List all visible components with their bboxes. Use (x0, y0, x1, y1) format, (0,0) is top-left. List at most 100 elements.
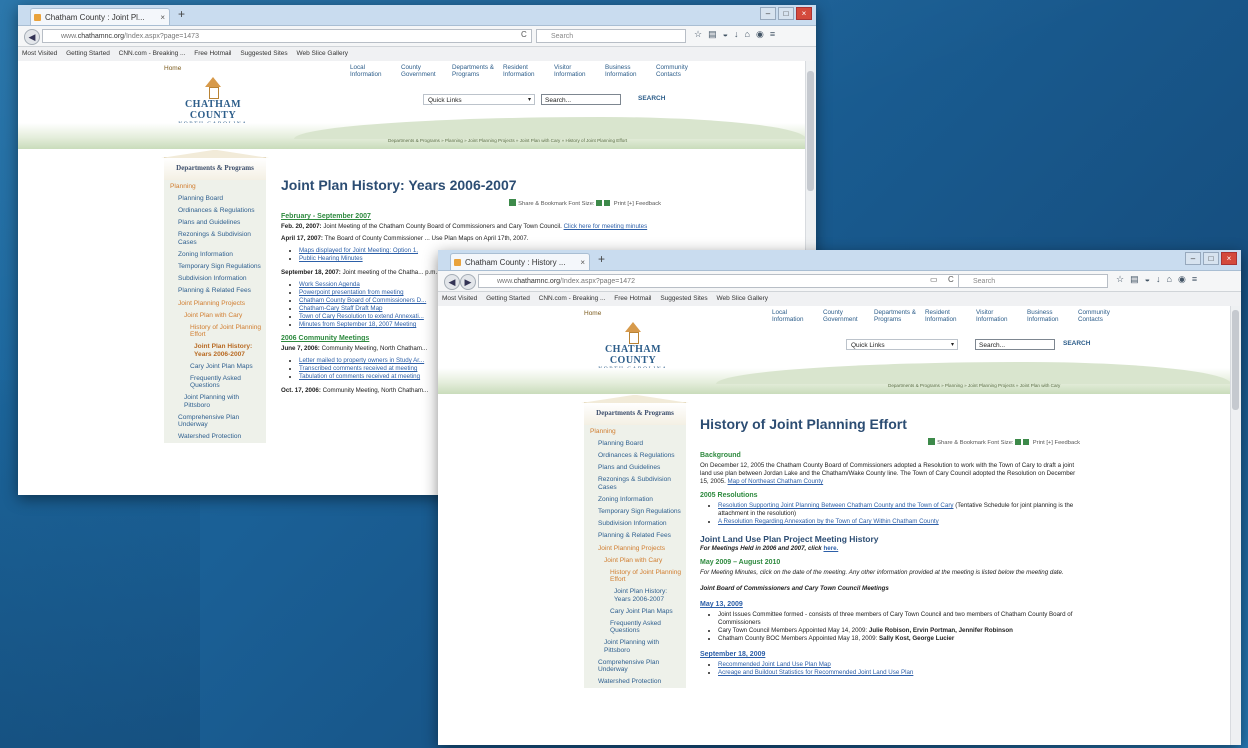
close-window-icon[interactable]: × (796, 7, 812, 20)
left-nav-item[interactable]: Frequently Asked Questions (164, 372, 266, 391)
left-nav-item[interactable]: Joint Planning Projects (584, 542, 686, 554)
scrollbar-thumb[interactable] (807, 71, 814, 191)
topnav-visitor[interactable]: Visitor Information (554, 64, 596, 78)
bookmark-item[interactable]: Free Hotmail (194, 50, 231, 57)
bookmark-star-icon[interactable]: ☆ (694, 29, 702, 40)
home-icon[interactable]: ⌂ (745, 29, 750, 40)
left-nav-item[interactable]: Planning (164, 180, 266, 192)
feedback-link[interactable]: [+] Feedback (1046, 440, 1080, 446)
breadcrumb[interactable]: Departments & Programs » Planning » Join… (388, 138, 627, 143)
list-link[interactable]: Public Hearing Minutes (299, 255, 363, 262)
browser-window-front[interactable]: Chatham County : History ... × + – □ × ◀… (438, 250, 1241, 745)
site-search-input[interactable]: Search... (541, 94, 621, 105)
bookmark-item[interactable]: Getting Started (486, 295, 530, 302)
list-link[interactable]: Transcribed comments received at meeting (299, 365, 417, 372)
scrollbar[interactable] (1230, 306, 1241, 745)
breadcrumb[interactable]: Departments & Programs » Planning » Join… (888, 383, 1060, 388)
back-icon[interactable]: ◀ (444, 274, 460, 290)
topnav-contacts[interactable]: Community Contacts (1078, 309, 1120, 323)
search-bar[interactable]: Search (958, 274, 1108, 288)
topnav-local[interactable]: Local Information (350, 64, 392, 78)
bookmark-item[interactable]: Web Slice Gallery (716, 295, 768, 302)
menu-icon[interactable]: ≡ (1192, 274, 1197, 285)
topnav-business[interactable]: Business Information (1027, 309, 1069, 323)
left-nav-item[interactable]: Zoning Information (164, 248, 266, 260)
topnav-government[interactable]: County Government (823, 309, 865, 323)
left-nav-item[interactable]: Zoning Information (584, 493, 686, 505)
reload-icon[interactable]: C (521, 30, 527, 39)
bookmark-star-icon[interactable]: ☆ (1116, 274, 1124, 285)
left-nav-item[interactable]: Joint Planning Projects (164, 297, 266, 309)
list-link[interactable]: Powerpoint presentation from meeting (299, 289, 404, 296)
left-nav-item[interactable]: Cary Joint Plan Maps (584, 605, 686, 617)
topnav-departments[interactable]: Departments & Programs (452, 64, 494, 78)
left-nav-item[interactable]: Plans and Guidelines (584, 462, 686, 474)
left-nav-item[interactable]: Temporary Sign Regulations (584, 505, 686, 517)
share-label[interactable]: Share & Bookmark Font Size: (937, 440, 1013, 446)
list-link[interactable]: Recommended Joint Land Use Plan Map (718, 661, 831, 668)
search-bar[interactable]: Search (536, 29, 686, 43)
topnav-local[interactable]: Local Information (772, 309, 814, 323)
left-nav-item[interactable]: Joint Planning with Pittsboro (584, 637, 686, 656)
minimize-icon[interactable]: – (1185, 252, 1201, 265)
url-bar[interactable]: www.chathamnc.org/Index.aspx?page=1472 (478, 274, 978, 288)
bookmark-item[interactable]: Free Hotmail (614, 295, 651, 302)
font-decrease-icon[interactable] (1014, 439, 1021, 445)
left-nav-item[interactable]: Planning Board (584, 437, 686, 449)
topnav-government[interactable]: County Government (401, 64, 443, 78)
left-nav-item[interactable]: Planning & Related Fees (164, 285, 266, 297)
bookmark-item[interactable]: Suggested Sites (660, 295, 707, 302)
pocket-icon[interactable]: ◒ (723, 29, 728, 40)
share-label[interactable]: Share & Bookmark Font Size: (518, 201, 594, 207)
topnav-visitor[interactable]: Visitor Information (976, 309, 1018, 323)
left-nav-item[interactable]: Joint Plan History: Years 2006-2007 (164, 341, 266, 360)
left-nav-item[interactable]: Joint Plan History: Years 2006-2007 (584, 586, 686, 605)
maximize-icon[interactable]: □ (1203, 252, 1219, 265)
left-nav-item[interactable]: Frequently Asked Questions (584, 617, 686, 636)
meeting-date-link[interactable]: September 18, 2009 (700, 651, 1080, 658)
left-nav-item[interactable]: Joint Plan with Cary (584, 554, 686, 566)
left-nav-item[interactable]: Ordinances & Regulations (584, 449, 686, 461)
home-icon[interactable]: ⌂ (1167, 274, 1172, 285)
back-icon[interactable]: ◀ (24, 29, 40, 45)
url-bar[interactable]: www.chathamnc.org/Index.aspx?page=1473 (42, 29, 532, 43)
close-window-icon[interactable]: × (1221, 252, 1237, 265)
browser-tab[interactable]: Chatham County : Joint Pl... × (30, 8, 170, 25)
reload-icon[interactable]: C (948, 275, 954, 284)
quick-links-select[interactable]: Quick Links (423, 94, 535, 106)
left-nav-item[interactable]: History of Joint Planning Effort (584, 566, 686, 585)
list-link[interactable]: Acreage and Buildout Statistics for Reco… (718, 669, 913, 676)
list-link[interactable]: Maps displayed for Joint Meeting: Option… (299, 247, 418, 254)
left-nav-item[interactable]: Ordinances & Regulations (164, 204, 266, 216)
list-link[interactable]: Minutes from September 18, 2007 Meeting (299, 321, 416, 328)
sync-icon[interactable]: ◉ (1178, 274, 1186, 285)
list-link[interactable]: Resolution Supporting Joint Planning Bet… (718, 502, 954, 509)
map-link[interactable]: Map of Northeast Chatham County (728, 478, 824, 485)
sync-icon[interactable]: ◉ (756, 29, 764, 40)
site-search-button[interactable]: SEARCH (1063, 340, 1090, 347)
bookmark-item[interactable]: Suggested Sites (240, 50, 287, 57)
topnav-departments[interactable]: Departments & Programs (874, 309, 916, 323)
meeting-date-link[interactable]: May 13, 2009 (700, 601, 1080, 608)
reading-list-icon[interactable]: ▤ (1130, 274, 1139, 285)
new-tab-icon[interactable]: + (598, 252, 605, 266)
list-link[interactable]: Chatham County Board of Commissioners D.… (299, 297, 426, 304)
print-link[interactable]: Print (614, 201, 626, 207)
left-nav-item[interactable]: Subdivision Information (164, 273, 266, 285)
left-nav-item[interactable]: Joint Plan with Cary (164, 309, 266, 321)
left-nav-item[interactable]: Rezonings & Subdivision Cases (584, 474, 686, 493)
list-link[interactable]: Letter mailed to property owners in Stud… (299, 357, 424, 364)
quick-links-select[interactable]: Quick Links (846, 339, 958, 351)
minimize-icon[interactable]: – (760, 7, 776, 20)
pocket-icon[interactable]: ◒ (1145, 274, 1150, 285)
close-tab-icon[interactable]: × (580, 254, 585, 270)
bookmark-item[interactable]: Web Slice Gallery (296, 50, 348, 57)
scrollbar-thumb[interactable] (1232, 310, 1239, 410)
bookmark-item[interactable]: Most Visited (22, 50, 57, 57)
site-search-input[interactable]: Search... (975, 339, 1055, 350)
download-icon[interactable]: ↓ (734, 29, 739, 40)
bookmark-item[interactable]: Most Visited (442, 295, 477, 302)
feedback-link[interactable]: [+] Feedback (627, 201, 661, 207)
font-increase-icon[interactable] (603, 200, 610, 206)
left-nav-item[interactable]: Comprehensive Plan Underway (164, 411, 266, 430)
